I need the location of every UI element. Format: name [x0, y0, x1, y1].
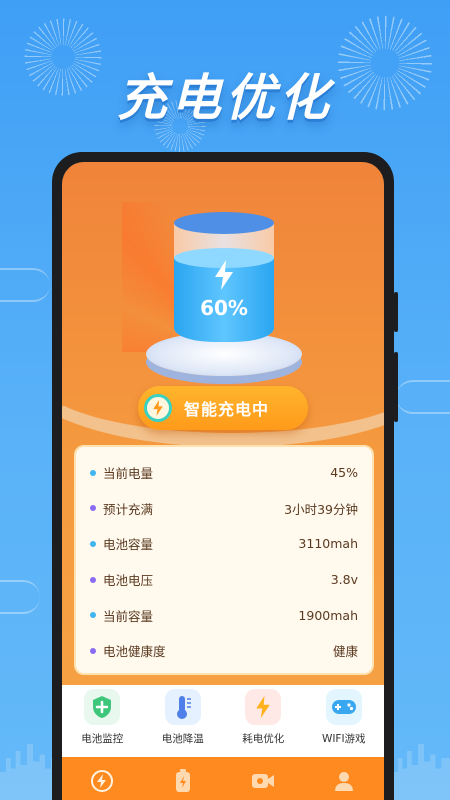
tab-charge[interactable] [62, 757, 143, 800]
feature-label: 电池监控 [81, 733, 124, 745]
info-row-current-capacity: 当前容量 1900mah [90, 597, 358, 633]
tab-video[interactable] [223, 757, 304, 800]
info-value: 3小时39分钟 [284, 501, 358, 517]
info-label: 当前电量 [103, 466, 154, 482]
feature-label: 耗电优化 [242, 733, 285, 745]
info-row-battery-voltage: 电池电压 3.8v [90, 562, 358, 598]
cloud-decoration-left-low [0, 580, 40, 614]
bullet-dot [90, 469, 96, 476]
feature-battery-cooling[interactable]: 电池降温 [143, 685, 224, 757]
app-screen: 60% 智能充电中 当前电量 45% 预计充满 3小时39分钟 电池容量 311… [62, 162, 384, 800]
info-row-current-level: 当前电量 45% [90, 455, 358, 491]
tab-profile[interactable] [304, 757, 385, 800]
info-value: 健康 [332, 644, 358, 660]
feature-label: 电池降温 [161, 733, 204, 745]
info-row-time-to-full: 预计充满 3小时39分钟 [90, 491, 358, 527]
info-value: 3110mah [298, 536, 358, 552]
info-label: 当前容量 [103, 608, 154, 624]
cloud-decoration-left [0, 268, 50, 302]
gamepad-icon [325, 689, 362, 725]
charge-status-icon [144, 394, 172, 422]
user-icon [334, 772, 353, 791]
status-label: 智能充电中 [184, 400, 270, 419]
shield-plus-icon [84, 689, 121, 725]
charge-bolt-icon [91, 770, 114, 792]
thermometer-icon [164, 689, 201, 725]
battery-cap [174, 212, 274, 234]
info-label: 预计充满 [103, 501, 154, 517]
phone-mockup: 60% 智能充电中 当前电量 45% 预计充满 3小时39分钟 电池容量 311… [52, 152, 398, 800]
info-label: 电池健康度 [103, 644, 166, 660]
phone-side-button [394, 292, 398, 332]
video-icon [252, 774, 275, 788]
feature-wifi-game[interactable]: WIFI游戏 [304, 685, 385, 757]
info-value: 3.8v [330, 572, 358, 588]
battery-info-card: 当前电量 45% 预计充满 3小时39分钟 电池容量 3110mah 电池电压 … [74, 445, 374, 675]
battery-icon [175, 769, 190, 792]
info-row-battery-capacity: 电池容量 3110mah [90, 526, 358, 562]
info-label: 电池电压 [103, 573, 154, 589]
feature-label: WIFI游戏 [321, 733, 366, 745]
bullet-dot [90, 647, 96, 654]
hero-title: 充电优化 [117, 69, 333, 127]
smart-charging-button[interactable]: 智能充电中 [138, 386, 308, 430]
info-value: 1900mah [298, 607, 358, 623]
skyline-decoration-left [0, 744, 60, 800]
bullet-dot [90, 576, 96, 583]
feature-shortcuts: 电池监控 电池降温 耗电优化 WIFI游戏 [62, 685, 384, 757]
tab-battery[interactable] [143, 757, 224, 800]
lightning-bolt-icon [215, 260, 233, 290]
info-value: 45% [330, 465, 358, 481]
cloud-decoration-right [396, 380, 450, 414]
battery-graphic: 60% [174, 212, 274, 352]
info-label: 电池容量 [103, 537, 154, 553]
bolt-icon [245, 689, 282, 725]
skyline-decoration-right [392, 744, 450, 800]
feature-power-optimize[interactable]: 耗电优化 [223, 685, 304, 757]
bullet-dot [90, 505, 96, 512]
bullet-dot [90, 612, 96, 619]
battery-percent: 60% [200, 296, 248, 320]
bottom-tab-bar [62, 757, 384, 800]
bullet-dot [90, 540, 96, 547]
info-row-battery-health: 电池健康度 健康 [90, 633, 358, 669]
feature-battery-monitor[interactable]: 电池监控 [62, 685, 143, 757]
phone-side-button [394, 352, 398, 422]
